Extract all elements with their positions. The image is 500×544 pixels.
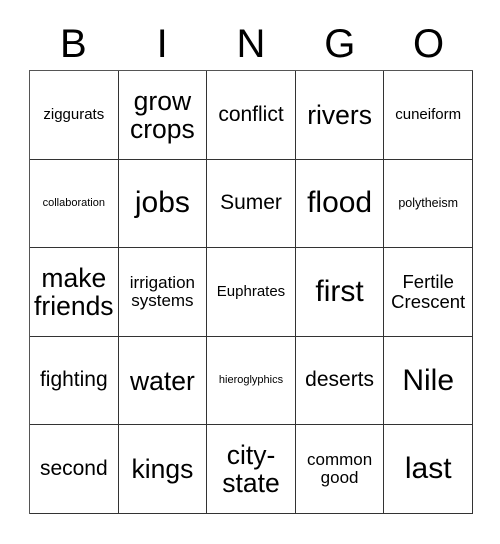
bingo-cell-label: Fertile Crescent [391,271,466,312]
bingo-header-letter-n: N [236,22,266,66]
bingo-cell-g1[interactable]: rivers [295,71,385,160]
bingo-cell-label: first [315,275,364,309]
bingo-cell-i3[interactable]: irrigation systems [118,248,208,337]
bingo-cell-label: second [39,457,108,481]
bingo-cell-i1[interactable]: grow crops [118,71,208,160]
bingo-header-letter-g: G [324,22,356,66]
bingo-cell-label: fighting [39,368,108,392]
bingo-cell-label: polytheism [398,195,459,210]
bingo-card: B I N G O ziggurats grow crops conflict … [0,0,500,544]
bingo-cell-i4[interactable]: water [118,336,208,426]
bingo-cell-g5[interactable]: common good [295,425,385,514]
bingo-header-row: B I N G O [29,18,473,70]
bingo-cell-label: Nile [402,363,455,397]
bingo-cell-label: jobs [134,186,190,220]
bingo-cell-label: kings [131,454,194,485]
bingo-cell-label: city- state [222,440,280,499]
bingo-cell-b5[interactable]: second [30,425,119,514]
bingo-cell-label: last [404,452,452,486]
bingo-cell-o5[interactable]: last [384,425,473,514]
bingo-cell-n4[interactable]: hieroglyphics [207,336,296,426]
bingo-cell-o1[interactable]: cuneiform [384,71,473,160]
bingo-cell-label: hieroglyphics [218,373,284,386]
bingo-cell-label: conflict [218,102,284,126]
bingo-cell-b3[interactable]: make friends [30,248,119,337]
bingo-cell-i2[interactable]: jobs [118,159,208,249]
bingo-cell-o3[interactable]: Fertile Crescent [384,248,473,337]
bingo-cell-b1[interactable]: ziggurats [30,71,119,160]
bingo-cell-b2[interactable]: collaboration [30,159,119,249]
bingo-cell-label: cuneiform [395,105,462,123]
bingo-header-letter-i: I [156,22,168,66]
bingo-cell-label: collaboration [42,196,105,209]
bingo-cell-label: flood [307,186,373,220]
bingo-cell-label: Sumer [220,191,282,215]
bingo-cell-label: irrigation systems [129,272,195,310]
bingo-cell-n1[interactable]: conflict [207,71,296,160]
bingo-cell-label: ziggurats [43,105,105,123]
bingo-cell-i5[interactable]: kings [118,425,208,514]
bingo-header-letter-o: O [413,22,445,66]
bingo-grid: ziggurats grow crops conflict rivers cun… [29,70,473,514]
bingo-cell-label: common good [307,450,373,488]
bingo-cell-b4[interactable]: fighting [30,336,119,426]
bingo-cell-g2[interactable]: flood [295,159,385,249]
bingo-cell-n5[interactable]: city- state [207,425,296,514]
bingo-cell-g4[interactable]: deserts [295,336,385,426]
bingo-cell-n2[interactable]: Sumer [207,159,296,249]
bingo-cell-label: Euphrates [216,283,286,301]
bingo-cell-label: grow crops [129,85,195,144]
bingo-cell-label: make friends [34,262,114,321]
bingo-cell-o4[interactable]: Nile [384,336,473,426]
bingo-cell-label: water [129,365,195,396]
bingo-cell-g3[interactable]: first [295,248,385,337]
bingo-cell-label: rivers [307,99,372,130]
bingo-cell-label: deserts [305,368,375,392]
bingo-cell-n3[interactable]: Euphrates [207,248,296,337]
bingo-header-letter-b: B [60,22,87,66]
bingo-cell-o2[interactable]: polytheism [384,159,473,249]
